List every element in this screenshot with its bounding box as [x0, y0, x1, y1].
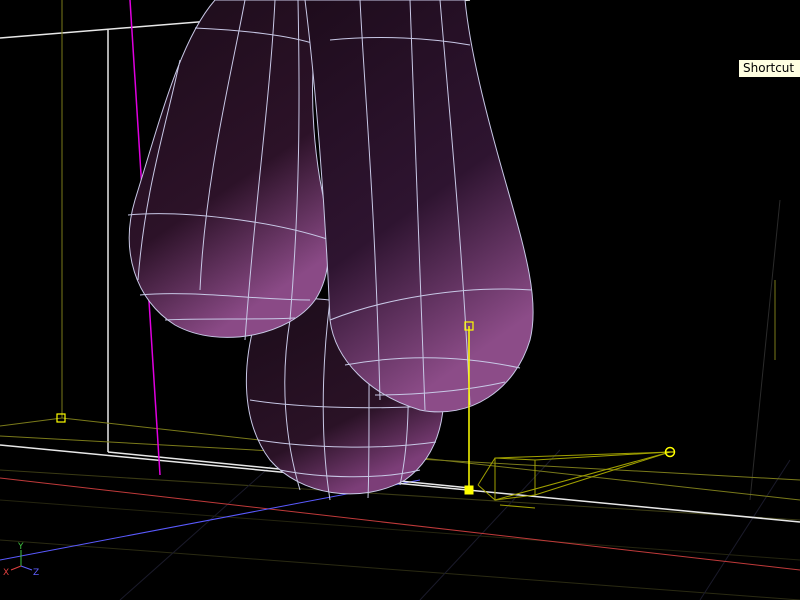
- axis-z-label: Z: [33, 568, 39, 578]
- axis-y-label: Y: [17, 542, 24, 552]
- axis-x-label: X: [3, 568, 9, 578]
- axis-gizmo: Y X Z: [3, 542, 39, 578]
- selection-handle-bottom[interactable]: [464, 485, 474, 495]
- world-axis-x-line: [0, 477, 800, 571]
- shortcut-tooltip: Shortcut: [738, 59, 800, 78]
- mesh-object-left[interactable]: [127, 0, 331, 341]
- 3d-viewport[interactable]: Y X Z Shortcut: [0, 0, 800, 600]
- viewport-canvas[interactable]: Y X Z: [0, 0, 800, 600]
- mesh-object-right[interactable]: [304, 0, 534, 413]
